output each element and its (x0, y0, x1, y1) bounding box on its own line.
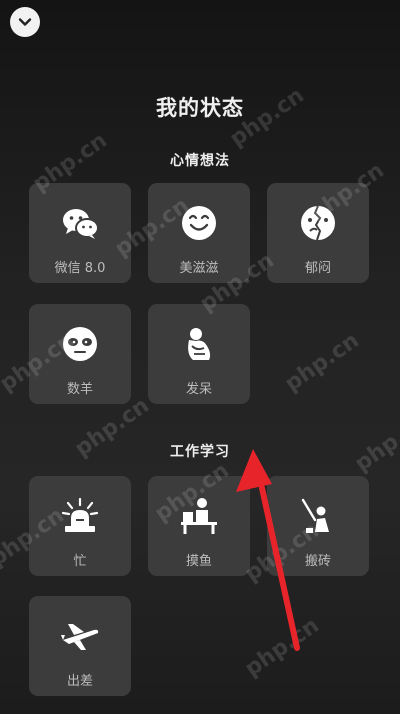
annotation-arrow (236, 449, 300, 651)
